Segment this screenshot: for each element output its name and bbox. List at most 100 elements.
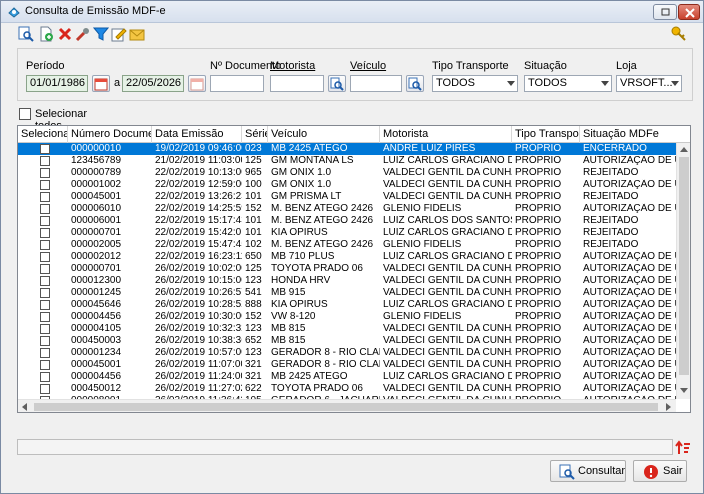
table-row[interactable]: 000001002 22/02/2019 12:59:00 100 GM ONIX 1… [18, 179, 676, 191]
col-data-emissao[interactable]: Data Emissão [152, 126, 242, 143]
row-checkbox[interactable] [39, 360, 50, 370]
sort-icon[interactable] [675, 440, 691, 456]
table-row[interactable]: 000045001 22/02/2019 13:26:23 101 GM PRISMA… [18, 191, 676, 203]
col-tipo-transporte[interactable]: Tipo Transporte [512, 126, 580, 143]
row-checkbox[interactable] [39, 276, 50, 286]
horizontal-scrollbar[interactable] [18, 399, 676, 412]
table-row[interactable]: 000002012 22/02/2019 16:23:11 650 MB 710 PL… [18, 251, 676, 263]
row-checkbox[interactable] [39, 372, 50, 382]
row-checkbox[interactable] [39, 192, 50, 202]
vertical-scrollbar[interactable] [676, 143, 690, 399]
row-checkbox-cell[interactable] [18, 335, 68, 347]
date-from-field[interactable]: 01/01/1986 [26, 75, 88, 92]
row-checkbox-cell[interactable] [18, 359, 68, 371]
row-checkbox-cell[interactable] [18, 347, 68, 359]
horizontal-scroll-thumb[interactable] [34, 403, 658, 411]
table-row[interactable]: 000000010 19/02/2019 09:46:00 023 MB 2425 A… [18, 143, 676, 155]
table-row[interactable]: 000000789 22/02/2019 10:13:00 965 GM ONIX 1… [18, 167, 676, 179]
row-checkbox-cell[interactable] [18, 323, 68, 335]
col-numero-documento[interactable]: Número Documento [68, 126, 152, 143]
table-row[interactable]: 000006001 22/02/2019 15:17:43 101 M. BENZ A… [18, 215, 676, 227]
row-checkbox[interactable] [39, 324, 50, 334]
date-to-button[interactable] [188, 75, 206, 92]
row-checkbox-cell[interactable] [18, 143, 68, 155]
table-row[interactable]: 000004456 26/02/2019 10:30:00 152 VW 8-120 G… [18, 311, 676, 323]
col-serie[interactable]: Série [242, 126, 268, 143]
row-checkbox-cell[interactable] [18, 167, 68, 179]
row-checkbox[interactable] [39, 156, 50, 166]
row-checkbox[interactable] [39, 228, 50, 238]
table-row[interactable]: 123456789 21/02/2019 11:03:00 125 GM MONTAN… [18, 155, 676, 167]
table-row[interactable]: 000004105 26/02/2019 10:32:32 123 MB 815 VAL… [18, 323, 676, 335]
row-checkbox-cell[interactable] [18, 383, 68, 395]
select-all-box[interactable] [19, 108, 31, 120]
row-checkbox-cell[interactable] [18, 227, 68, 239]
motorista-search-button[interactable] [328, 75, 346, 92]
row-checkbox[interactable] [39, 168, 50, 178]
table-row[interactable]: 000012300 26/02/2019 10:15:00 123 HONDA HRV… [18, 275, 676, 287]
table-row[interactable]: 000004456 26/02/2019 11:24:00 321 MB 2425 A… [18, 371, 676, 383]
table-row[interactable]: 000450012 26/02/2019 11:27:02 622 TOYOTA PR… [18, 383, 676, 395]
scroll-up-icon[interactable] [680, 147, 688, 152]
edit-icon[interactable] [111, 26, 127, 42]
loja-select[interactable]: VRSOFT... [616, 75, 682, 92]
veiculo-input[interactable] [350, 75, 402, 92]
table-row[interactable]: 000450003 26/02/2019 10:38:36 652 MB 815 VAL… [18, 335, 676, 347]
row-checkbox-cell[interactable] [18, 263, 68, 275]
email-icon[interactable] [129, 26, 145, 42]
row-checkbox[interactable] [39, 252, 50, 262]
ndoc-input[interactable] [210, 75, 264, 92]
date-from-button[interactable] [92, 75, 110, 92]
table-row[interactable]: 000000701 22/02/2019 15:42:01 101 KIA OPIRU… [18, 227, 676, 239]
row-checkbox[interactable] [39, 300, 50, 310]
row-checkbox[interactable] [39, 384, 50, 394]
filter-icon[interactable] [93, 26, 109, 42]
tools-icon[interactable] [75, 26, 91, 42]
table-row[interactable]: 000045646 26/02/2019 10:28:52 888 KIA OPIRU… [18, 299, 676, 311]
select-all-checkbox[interactable]: Selecionar todos [19, 106, 103, 132]
consultar-button[interactable]: Consultar [550, 460, 626, 482]
row-checkbox-cell[interactable] [18, 203, 68, 215]
close-button[interactable] [678, 4, 700, 20]
row-checkbox[interactable] [39, 144, 50, 154]
search-icon[interactable] [18, 26, 34, 42]
row-checkbox[interactable] [39, 180, 50, 190]
table-row[interactable]: 000045001 26/02/2019 11:07:00 321 GERADOR 8… [18, 359, 676, 371]
scroll-down-icon[interactable] [680, 388, 688, 393]
delete-icon[interactable] [57, 26, 73, 42]
row-checkbox-cell[interactable] [18, 251, 68, 263]
row-checkbox-cell[interactable] [18, 275, 68, 287]
situacao-select[interactable]: TODOS [524, 75, 612, 92]
sair-button[interactable]: Sair [633, 460, 687, 482]
row-checkbox-cell[interactable] [18, 371, 68, 383]
tipo-transporte-select[interactable]: TODOS [432, 75, 518, 92]
veiculo-search-button[interactable] [406, 75, 424, 92]
scroll-right-icon[interactable] [666, 403, 671, 411]
row-checkbox-cell[interactable] [18, 287, 68, 299]
table-row[interactable]: 000006010 22/02/2019 14:25:59 152 M. BENZ A… [18, 203, 676, 215]
motorista-label[interactable]: Motorista [270, 60, 315, 72]
table-row[interactable]: 000002005 22/02/2019 15:47:45 102 M. BENZ A… [18, 239, 676, 251]
col-veiculo[interactable]: Veículo [268, 126, 380, 143]
table-row[interactable]: 000001245 26/02/2019 10:26:57 541 MB 915 VAL… [18, 287, 676, 299]
col-motorista[interactable]: Motorista [380, 126, 512, 143]
table-row[interactable]: 000000701 26/02/2019 10:02:00 125 TOYOTA PR… [18, 263, 676, 275]
row-checkbox[interactable] [39, 264, 50, 274]
new-icon[interactable] [38, 26, 54, 42]
col-situacao-mdfe[interactable]: Situação MDFe [580, 126, 690, 143]
key-icon[interactable] [671, 26, 687, 42]
scroll-left-icon[interactable] [22, 403, 27, 411]
row-checkbox-cell[interactable] [18, 299, 68, 311]
row-checkbox-cell[interactable] [18, 191, 68, 203]
col-selecionado[interactable]: Selecionado [18, 126, 68, 143]
row-checkbox-cell[interactable] [18, 179, 68, 191]
row-checkbox-cell[interactable] [18, 155, 68, 167]
row-checkbox[interactable] [39, 336, 50, 346]
veiculo-label[interactable]: Veículo [350, 60, 386, 72]
row-checkbox[interactable] [39, 288, 50, 298]
row-checkbox-cell[interactable] [18, 239, 68, 251]
row-checkbox-cell[interactable] [18, 311, 68, 323]
row-checkbox-cell[interactable] [18, 215, 68, 227]
row-checkbox[interactable] [39, 240, 50, 250]
row-checkbox[interactable] [39, 204, 50, 214]
